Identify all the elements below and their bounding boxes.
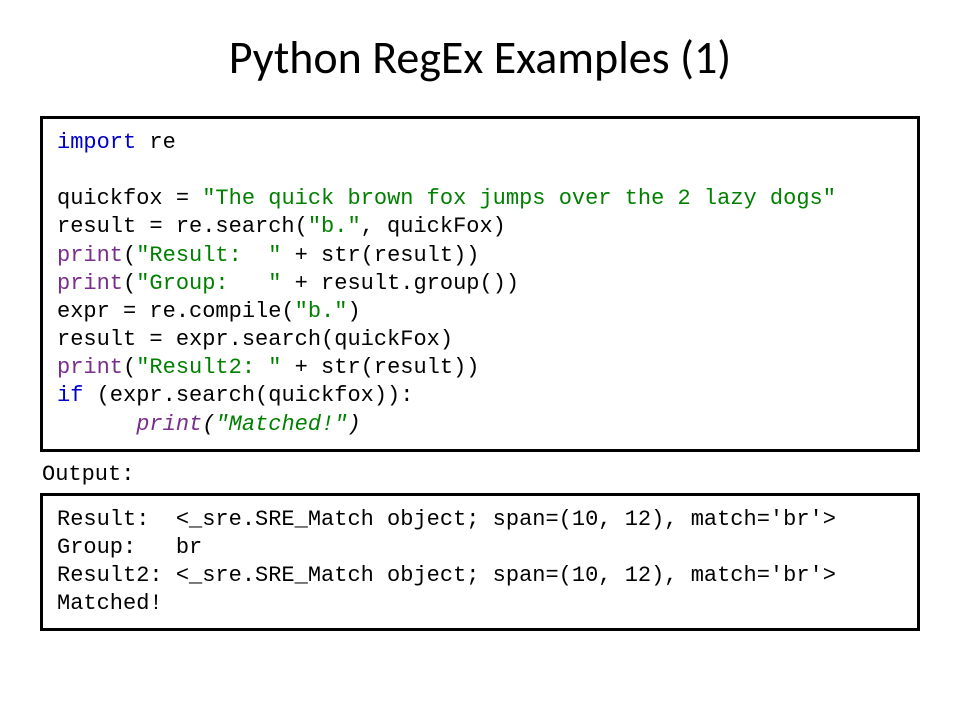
code-block: import re quickfox = "The quick brown fo… — [40, 116, 920, 452]
string-literal: "Group: " — [136, 271, 281, 296]
code-text: ( — [202, 412, 215, 437]
output-label: Output: — [42, 462, 920, 487]
string-literal: "Result2: " — [136, 355, 281, 380]
code-text: , quickFox) — [361, 214, 506, 239]
kw-print: print — [57, 271, 123, 296]
output-line: Group: br — [57, 535, 202, 560]
code-text: result = expr.search(quickFox) — [57, 327, 453, 352]
output-line: Result: <_sre.SRE_Match object; span=(10… — [57, 507, 836, 532]
output-block: Result: <_sre.SRE_Match object; span=(10… — [40, 493, 920, 632]
kw-print: print — [57, 243, 123, 268]
page-title: Python RegEx Examples (1) — [40, 30, 920, 86]
output-line: Result2: <_sre.SRE_Match object; span=(1… — [57, 563, 836, 588]
string-literal: "Result: " — [136, 243, 281, 268]
code-text: result = re.search( — [57, 214, 308, 239]
output-line: Matched! — [57, 591, 163, 616]
code-text: expr = re.compile( — [57, 299, 295, 324]
indent — [57, 412, 136, 437]
string-literal: "The quick brown fox jumps over the 2 la… — [202, 186, 836, 211]
string-literal: "b." — [308, 214, 361, 239]
code-text: + result.group()) — [281, 271, 519, 296]
kw-if: if — [57, 383, 83, 408]
code-text: + str(result)) — [281, 243, 479, 268]
kw-print: print — [57, 355, 123, 380]
string-literal: "Matched!" — [215, 412, 347, 437]
slide: Python RegEx Examples (1) import re quic… — [0, 0, 960, 661]
mod-re: re — [136, 130, 176, 155]
code-text: ) — [347, 299, 360, 324]
code-text: ( — [123, 355, 136, 380]
kw-import: import — [57, 130, 136, 155]
code-text: ( — [123, 243, 136, 268]
code-text: (expr.search(quickfox)): — [83, 383, 413, 408]
code-text: + str(result)) — [281, 355, 479, 380]
code-text: ) — [347, 412, 360, 437]
string-literal: "b." — [295, 299, 348, 324]
code-text: quickfox = — [57, 186, 202, 211]
code-text: ( — [123, 271, 136, 296]
kw-print: print — [136, 412, 202, 437]
